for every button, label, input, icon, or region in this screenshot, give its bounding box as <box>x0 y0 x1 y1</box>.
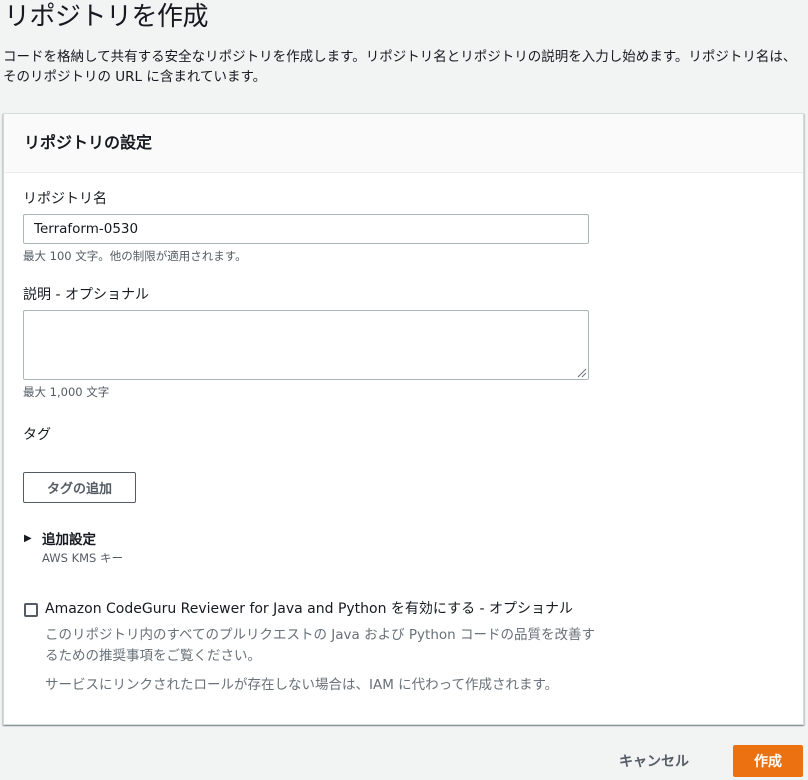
panel-header: リポジトリの設定 <box>4 114 803 173</box>
codeguru-checkbox[interactable] <box>24 603 38 617</box>
codeguru-role-note: サービスにリンクされたロールが存在しない場合は、IAM に代わって作成されます。 <box>45 677 559 693</box>
description-hint: 最大 1,000 文字 <box>23 385 110 399</box>
description-label: 説明 - オプショナル <box>23 287 149 303</box>
description-textarea[interactable] <box>23 310 589 380</box>
cancel-button[interactable]: キャンセル <box>611 748 697 774</box>
resize-grip-icon[interactable] <box>575 366 587 378</box>
page-description: コードを格納して共有する安全なリポジトリを作成します。リポジトリ名とリポジトリの… <box>3 49 797 85</box>
add-tag-button[interactable]: タグの追加 <box>23 472 136 503</box>
panel-title: リポジトリの設定 <box>24 133 153 152</box>
additional-settings-label: 追加設定 <box>42 532 96 548</box>
create-button[interactable]: 作成 <box>733 745 803 777</box>
page-title: リポジトリを作成 <box>4 2 209 32</box>
tags-label: タグ <box>23 427 51 443</box>
codeguru-label[interactable]: Amazon CodeGuru Reviewer for Java and Py… <box>45 599 573 619</box>
codeguru-description: このリポジトリ内のすべてのプルリクエストの Java および Python コー… <box>45 627 595 664</box>
caret-right-icon: ▶ <box>24 532 32 544</box>
repo-name-label: リポジトリ名 <box>23 191 107 207</box>
repo-name-hint: 最大 100 文字。他の制限が適用されます。 <box>23 249 247 263</box>
create-repository-page: リポジトリを作成 コードを格納して共有する安全なリポジトリを作成します。リポジト… <box>0 0 808 780</box>
additional-settings-toggle[interactable]: ▶ 追加設定 <box>24 528 96 548</box>
repo-name-input[interactable] <box>23 214 589 244</box>
repository-settings-panel: リポジトリの設定 リポジトリ名 最大 100 文字。他の制限が適用されます。 説… <box>3 113 804 725</box>
additional-settings-sub: AWS KMS キー <box>42 551 123 565</box>
